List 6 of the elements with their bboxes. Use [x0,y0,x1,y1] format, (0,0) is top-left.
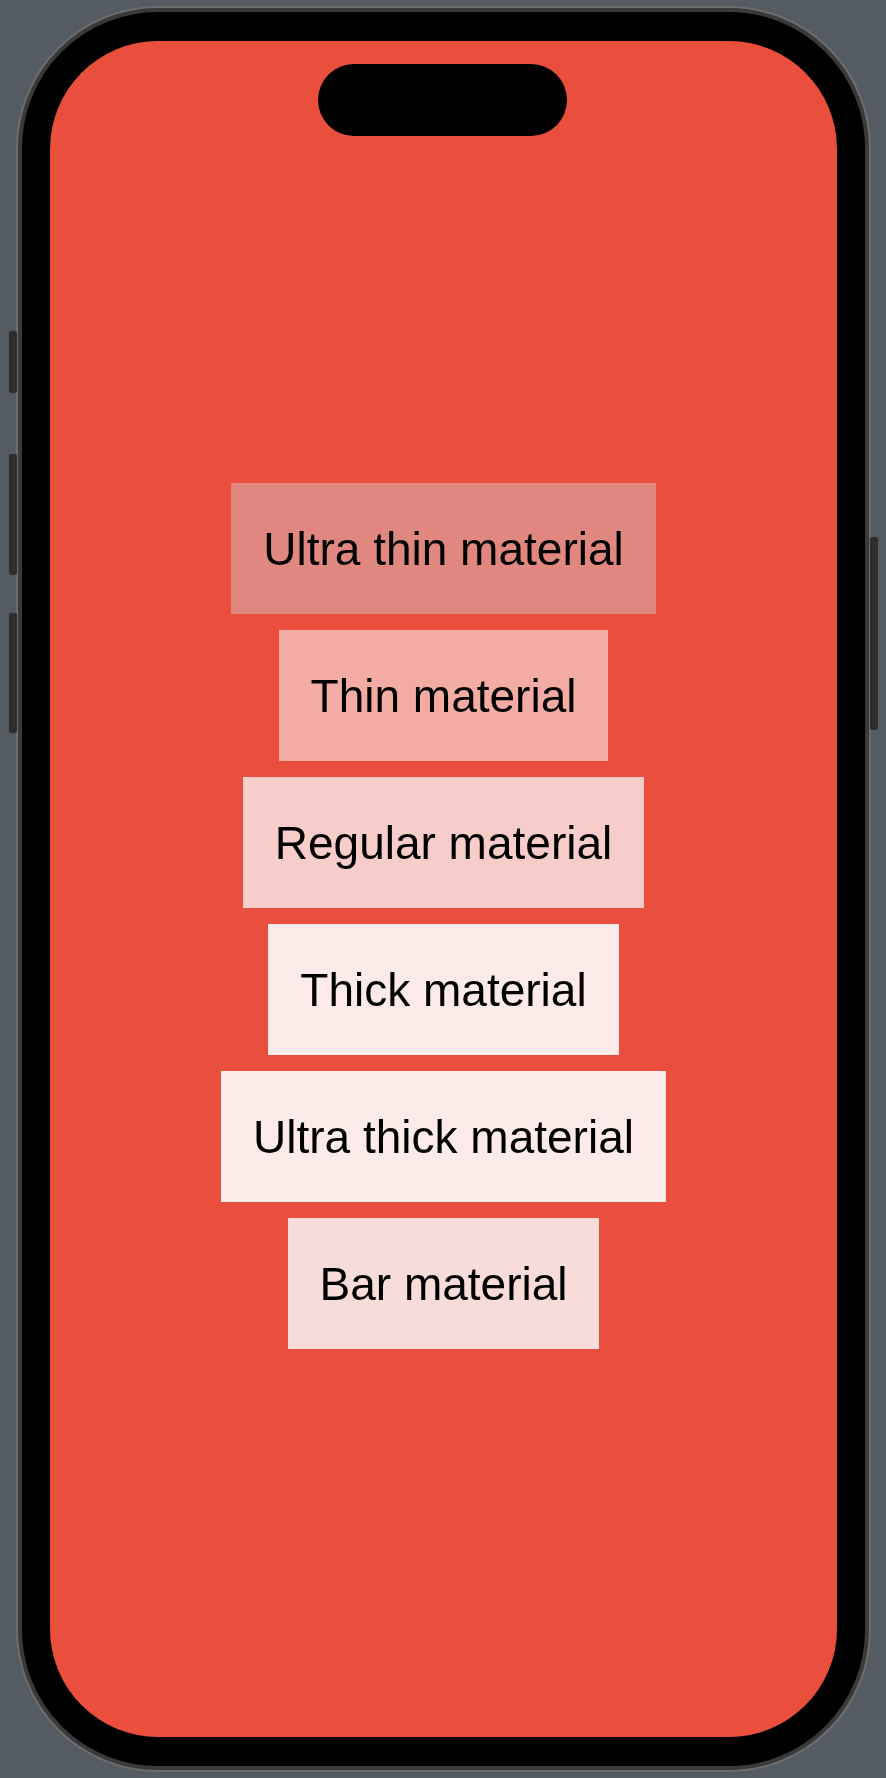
material-card: Bar material [287,1218,600,1349]
material-card: Ultra thin material [231,483,656,614]
material-card: Regular material [242,777,645,908]
material-card: Ultra thick material [221,1071,666,1202]
material-card: Thick material [268,924,619,1055]
material-card: Thin material [278,630,609,761]
